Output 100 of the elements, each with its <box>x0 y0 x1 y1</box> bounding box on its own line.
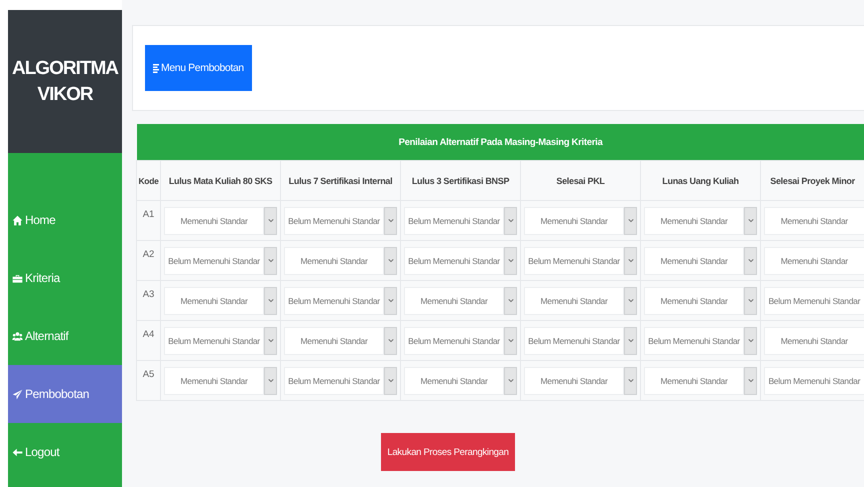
select-field[interactable]: Memenuhi Standar <box>404 366 504 394</box>
dropdown-button[interactable] <box>744 286 757 314</box>
column-header: Kode <box>136 160 160 200</box>
dropdown-button[interactable] <box>264 326 277 354</box>
select-field[interactable]: Memenuhi Standar <box>644 246 744 274</box>
table-title: Penilaian Alternatif Pada Masing-Masing Kriteria <box>136 124 864 160</box>
select-field[interactable]: Belum Memenuhi Standar <box>284 206 384 234</box>
dropdown-button[interactable] <box>384 326 397 354</box>
select-field[interactable]: Belum Memenuhi Standar <box>404 246 504 274</box>
select-field[interactable]: Belum Memenuhi Standar <box>284 366 384 394</box>
select-field[interactable]: Belum Memenuhi Standar <box>524 246 624 274</box>
chevron-down-icon <box>388 298 394 303</box>
select-field[interactable]: Memenuhi Standar <box>644 366 744 394</box>
column-header: Selesai PKL <box>520 160 640 200</box>
select-field[interactable]: Belum Memenuhi Standar <box>764 286 864 314</box>
briefcase-icon <box>12 272 23 284</box>
sidebar-item[interactable]: Pembobotan <box>8 365 122 423</box>
menu-button[interactable]: Menu Pembobotan <box>145 45 252 91</box>
select-field[interactable]: Memenuhi Standar <box>284 326 384 354</box>
table-cell: A4 <box>136 320 160 360</box>
chevron-down-icon <box>388 218 394 223</box>
chevron-down-icon <box>748 298 754 303</box>
brand-title: ALGORITMA VIKOR <box>12 56 118 106</box>
dropdown-button[interactable] <box>504 326 517 354</box>
chevron-down-icon <box>508 378 514 383</box>
select-field[interactable]: Memenuhi Standar <box>644 206 744 234</box>
select-field[interactable]: Memenuhi Standar <box>764 326 864 354</box>
dropdown-button[interactable] <box>384 206 397 234</box>
select-field[interactable]: Memenuhi Standar <box>524 206 624 234</box>
select-field[interactable]: Memenuhi Standar <box>524 366 624 394</box>
chevron-down-icon <box>268 218 274 223</box>
dropdown-button[interactable] <box>744 326 757 354</box>
chevron-down-icon <box>628 338 634 343</box>
chevron-down-icon <box>268 378 274 383</box>
select-field[interactable]: Memenuhi Standar <box>164 286 264 314</box>
chevron-down-icon <box>508 338 514 343</box>
dropdown-button[interactable] <box>744 366 757 394</box>
select-field[interactable]: Memenuhi Standar <box>404 286 504 314</box>
select-field[interactable]: Belum Memenuhi Standar <box>524 326 624 354</box>
table-cell: A3 <box>136 280 160 320</box>
dropdown-button[interactable] <box>264 366 277 394</box>
select-field[interactable]: Memenuhi Standar <box>764 206 864 234</box>
column-header: Lunas Uang Kuliah <box>640 160 760 200</box>
chevron-down-icon <box>508 218 514 223</box>
list-icon <box>153 64 159 72</box>
chevron-down-icon <box>508 298 514 303</box>
dropdown-button[interactable] <box>624 206 637 234</box>
dropdown-button[interactable] <box>504 366 517 394</box>
select-field[interactable]: Belum Memenuhi Standar <box>644 326 744 354</box>
dropdown-button[interactable] <box>384 366 397 394</box>
select-field[interactable]: Belum Memenuhi Standar <box>764 366 864 394</box>
chevron-down-icon <box>748 338 754 343</box>
select-field[interactable]: Memenuhi Standar <box>524 286 624 314</box>
chevron-down-icon <box>628 258 634 263</box>
left-arrow-icon <box>12 446 23 458</box>
sidebar-item[interactable]: Kriteria <box>8 249 122 307</box>
chevron-down-icon <box>628 218 634 223</box>
select-field[interactable]: Memenuhi Standar <box>164 366 264 394</box>
dropdown-button[interactable] <box>504 246 517 274</box>
dropdown-button[interactable] <box>384 286 397 314</box>
table-cell: A5 <box>136 360 160 400</box>
chevron-down-icon <box>388 378 394 383</box>
select-field[interactable]: Memenuhi Standar <box>644 286 744 314</box>
select-field[interactable]: Memenuhi Standar <box>164 206 264 234</box>
select-field[interactable]: Belum Memenuhi Standar <box>284 286 384 314</box>
dropdown-button[interactable] <box>264 286 277 314</box>
column-header: Selesai Proyek Minor <box>760 160 864 200</box>
column-header: Lulus 7 Sertifikasi Internal <box>280 160 400 200</box>
dropdown-button[interactable] <box>264 206 277 234</box>
select-field[interactable]: Memenuhi Standar <box>764 246 864 274</box>
sidebar-item[interactable]: Home <box>8 191 122 249</box>
dropdown-button[interactable] <box>264 246 277 274</box>
dropdown-button[interactable] <box>744 246 757 274</box>
chevron-down-icon <box>628 378 634 383</box>
chevron-down-icon <box>388 258 394 263</box>
select-field[interactable]: Memenuhi Standar <box>284 246 384 274</box>
chevron-down-icon <box>268 258 274 263</box>
select-field[interactable]: Belum Memenuhi Standar <box>164 246 264 274</box>
ranking-button[interactable]: Lakukan Proses Perangkingan <box>381 433 515 471</box>
chevron-down-icon <box>748 218 754 223</box>
dropdown-button[interactable] <box>624 366 637 394</box>
dropdown-button[interactable] <box>624 286 637 314</box>
dropdown-button[interactable] <box>504 206 517 234</box>
select-field[interactable]: Belum Memenuhi Standar <box>404 206 504 234</box>
sidebar-item[interactable]: Alternatif <box>8 307 122 365</box>
chevron-down-icon <box>268 298 274 303</box>
sidebar-item[interactable]: Logout <box>8 423 122 481</box>
dropdown-button[interactable] <box>624 326 637 354</box>
paper-plane-icon <box>12 388 23 400</box>
select-field[interactable]: Belum Memenuhi Standar <box>164 326 264 354</box>
chevron-down-icon <box>748 378 754 383</box>
dropdown-button[interactable] <box>624 246 637 274</box>
users-icon <box>12 330 23 342</box>
select-field[interactable]: Belum Memenuhi Standar <box>404 326 504 354</box>
dropdown-button[interactable] <box>384 246 397 274</box>
column-header: Lulus Mata Kuliah 80 SKS <box>160 160 280 200</box>
house-icon <box>12 214 23 226</box>
table-cell: A2 <box>136 240 160 280</box>
dropdown-button[interactable] <box>744 206 757 234</box>
dropdown-button[interactable] <box>504 286 517 314</box>
